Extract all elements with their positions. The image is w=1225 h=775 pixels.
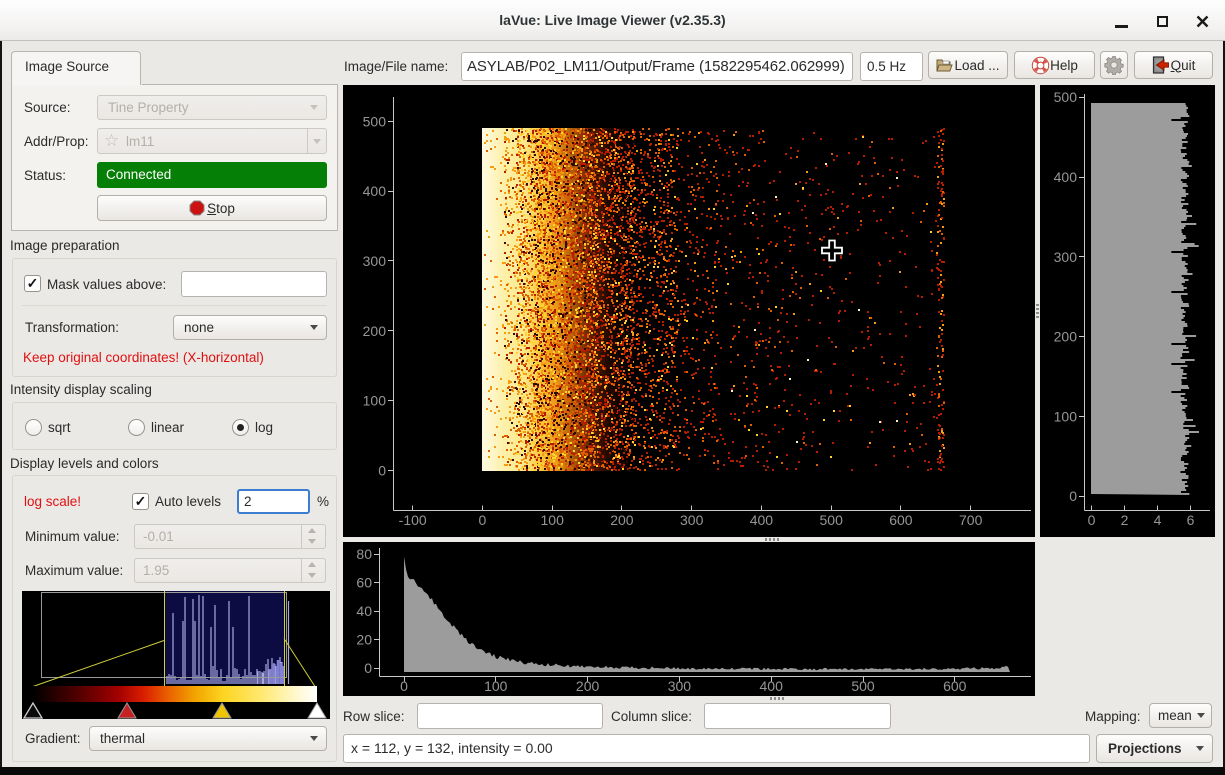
svg-text:500: 500 bbox=[851, 678, 875, 694]
svg-text:200: 200 bbox=[1054, 329, 1078, 345]
svg-text:600: 600 bbox=[889, 512, 913, 528]
svg-text:300: 300 bbox=[680, 512, 704, 528]
svg-text:500: 500 bbox=[820, 512, 844, 528]
svg-text:300: 300 bbox=[363, 253, 387, 269]
svg-text:6: 6 bbox=[1187, 512, 1195, 528]
svg-text:400: 400 bbox=[1054, 169, 1078, 185]
svg-text:0: 0 bbox=[378, 463, 386, 479]
svg-text:500: 500 bbox=[1054, 89, 1078, 105]
svg-text:0: 0 bbox=[479, 512, 487, 528]
svg-text:80: 80 bbox=[356, 546, 372, 562]
svg-text:200: 200 bbox=[363, 323, 387, 339]
svg-text:4: 4 bbox=[1154, 512, 1162, 528]
svg-text:700: 700 bbox=[959, 512, 983, 528]
svg-text:300: 300 bbox=[1054, 249, 1078, 265]
svg-text:2: 2 bbox=[1121, 512, 1129, 528]
svg-text:-100: -100 bbox=[399, 512, 427, 528]
svg-text:400: 400 bbox=[760, 678, 784, 694]
svg-text:100: 100 bbox=[541, 512, 565, 528]
svg-text:20: 20 bbox=[356, 632, 372, 648]
svg-text:100: 100 bbox=[1054, 408, 1078, 424]
svg-text:0: 0 bbox=[364, 660, 372, 676]
svg-text:0: 0 bbox=[400, 678, 408, 694]
svg-text:200: 200 bbox=[610, 512, 634, 528]
svg-text:60: 60 bbox=[356, 575, 372, 591]
svg-text:0: 0 bbox=[1088, 512, 1096, 528]
svg-text:100: 100 bbox=[484, 678, 508, 694]
svg-text:600: 600 bbox=[943, 678, 967, 694]
svg-text:500: 500 bbox=[363, 113, 387, 129]
svg-text:40: 40 bbox=[356, 603, 372, 619]
svg-text:0: 0 bbox=[1069, 488, 1077, 504]
svg-text:400: 400 bbox=[363, 183, 387, 199]
svg-text:300: 300 bbox=[668, 678, 692, 694]
svg-text:100: 100 bbox=[363, 393, 387, 409]
svg-text:400: 400 bbox=[750, 512, 774, 528]
svg-text:200: 200 bbox=[576, 678, 600, 694]
